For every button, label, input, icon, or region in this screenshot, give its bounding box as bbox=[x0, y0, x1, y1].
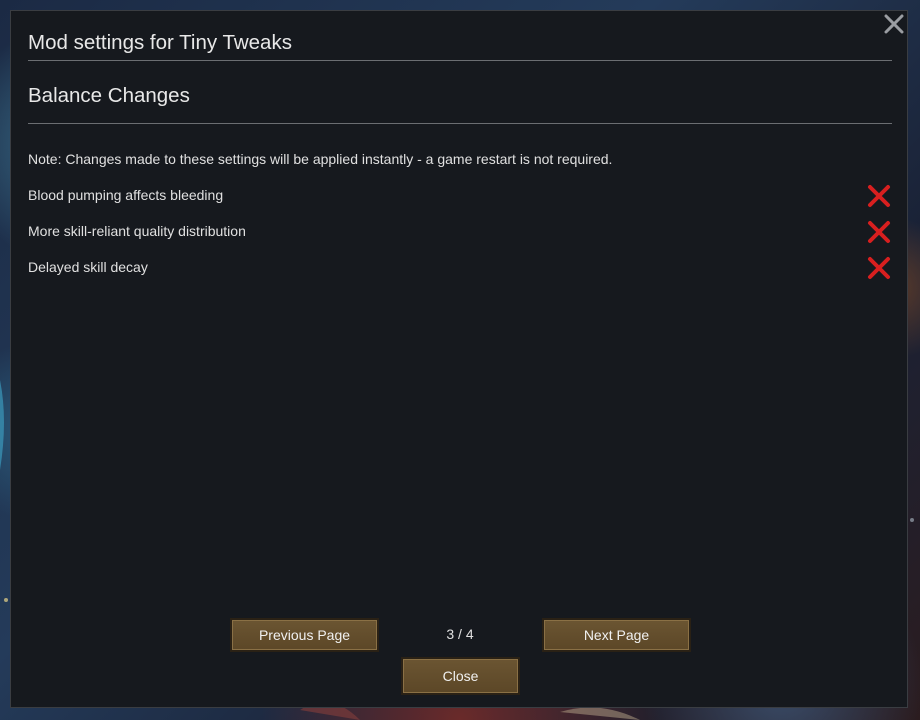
setting-label: Blood pumping affects bleeding bbox=[28, 187, 224, 203]
section-title: Balance Changes bbox=[28, 84, 190, 107]
title-divider bbox=[28, 60, 892, 61]
setting-row-quality-distribution[interactable]: More skill-reliant quality distribution bbox=[28, 219, 892, 249]
setting-row-blood-pumping[interactable]: Blood pumping affects bleeding bbox=[28, 183, 892, 213]
setting-label: More skill-reliant quality distribution bbox=[28, 223, 246, 239]
close-button[interactable]: Close bbox=[401, 657, 520, 695]
restart-note: Note: Changes made to these settings wil… bbox=[28, 151, 613, 167]
setting-label: Delayed skill decay bbox=[28, 259, 148, 275]
red-x-icon[interactable] bbox=[866, 219, 892, 245]
close-icon[interactable] bbox=[881, 11, 907, 37]
previous-page-button[interactable]: Previous Page bbox=[230, 618, 379, 652]
red-x-icon[interactable] bbox=[866, 255, 892, 281]
next-page-button[interactable]: Next Page bbox=[542, 618, 691, 652]
section-divider bbox=[28, 123, 892, 124]
dialog-title: Mod settings for Tiny Tweaks bbox=[28, 31, 292, 54]
mod-settings-dialog: Mod settings for Tiny Tweaks Balance Cha… bbox=[10, 10, 908, 708]
setting-row-skill-decay[interactable]: Delayed skill decay bbox=[28, 255, 892, 285]
page-indicator: 3 / 4 bbox=[446, 626, 474, 642]
red-x-icon[interactable] bbox=[866, 183, 892, 209]
